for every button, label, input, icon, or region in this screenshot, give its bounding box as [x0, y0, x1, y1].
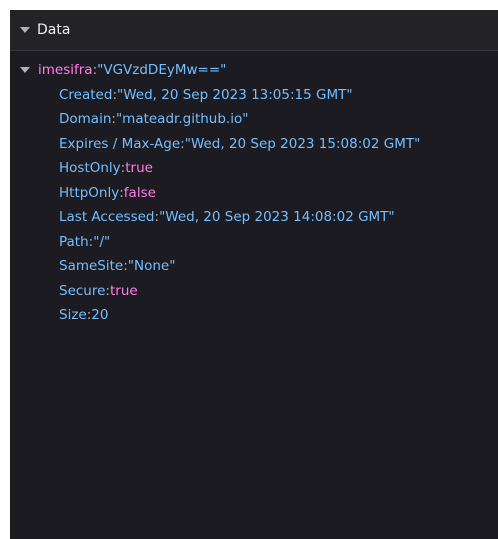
tree-row-size[interactable]: Size:20 [10, 303, 498, 328]
row-value: true [125, 160, 153, 176]
expand-triangle-icon[interactable] [20, 27, 30, 33]
row-value: 20 [91, 307, 109, 323]
row-key: Expires / Max-Age [59, 135, 181, 152]
tree-row-samesite[interactable]: SameSite: "None" [10, 254, 498, 279]
root-value: "VGVzdDEyMw==" [97, 62, 227, 78]
tree-row-path[interactable]: Path: "/" [10, 230, 498, 255]
row-key: Path [59, 233, 89, 250]
tree-root-row[interactable]: imesifra: "VGVzdDEyMw==" [10, 58, 498, 83]
data-section-title: Data [37, 22, 71, 38]
collapse-triangle-icon[interactable] [20, 67, 30, 74]
row-value: "Wed, 20 Sep 2023 13:05:15 GMT" [117, 86, 353, 103]
row-value: false [123, 184, 156, 201]
storage-data-panel: Data imesifra: "VGVzdDEyMw==" Created: "We… [10, 10, 498, 539]
data-section-header[interactable]: Data [10, 10, 498, 51]
tree-row-secure[interactable]: Secure: true [10, 279, 498, 304]
row-value: "mateadr.github.io" [115, 111, 249, 127]
row-key: Size [59, 307, 87, 323]
root-key: imesifra [38, 62, 93, 78]
tree-row-hostonly[interactable]: HostOnly: true [10, 156, 498, 181]
row-key: Created [59, 86, 113, 103]
tree-row-created[interactable]: Created: "Wed, 20 Sep 2023 13:05:15 GMT" [10, 83, 498, 108]
data-tree: imesifra: "VGVzdDEyMw==" Created: "Wed, 20… [10, 51, 498, 328]
row-value: true [109, 282, 138, 299]
tree-row-last-accessed[interactable]: Last Accessed: "Wed, 20 Sep 2023 14:08:02… [10, 205, 498, 230]
row-value: "/" [93, 233, 111, 250]
row-key: HostOnly [59, 160, 121, 176]
tree-row-httponly[interactable]: HttpOnly: false [10, 181, 498, 206]
tree-row-domain[interactable]: Domain: "mateadr.github.io" [10, 107, 498, 132]
row-value: "Wed, 20 Sep 2023 14:08:02 GMT" [159, 209, 395, 225]
row-value: "None" [127, 258, 176, 274]
tree-row-expires[interactable]: Expires / Max-Age: "Wed, 20 Sep 2023 15:0… [10, 132, 498, 157]
row-key: SameSite [59, 258, 124, 274]
row-key: HttpOnly [59, 184, 120, 201]
row-value: "Wed, 20 Sep 2023 15:08:02 GMT" [184, 135, 421, 152]
row-key: Last Accessed [59, 209, 155, 225]
row-key: Domain [59, 111, 112, 127]
row-key: Secure [59, 282, 106, 299]
